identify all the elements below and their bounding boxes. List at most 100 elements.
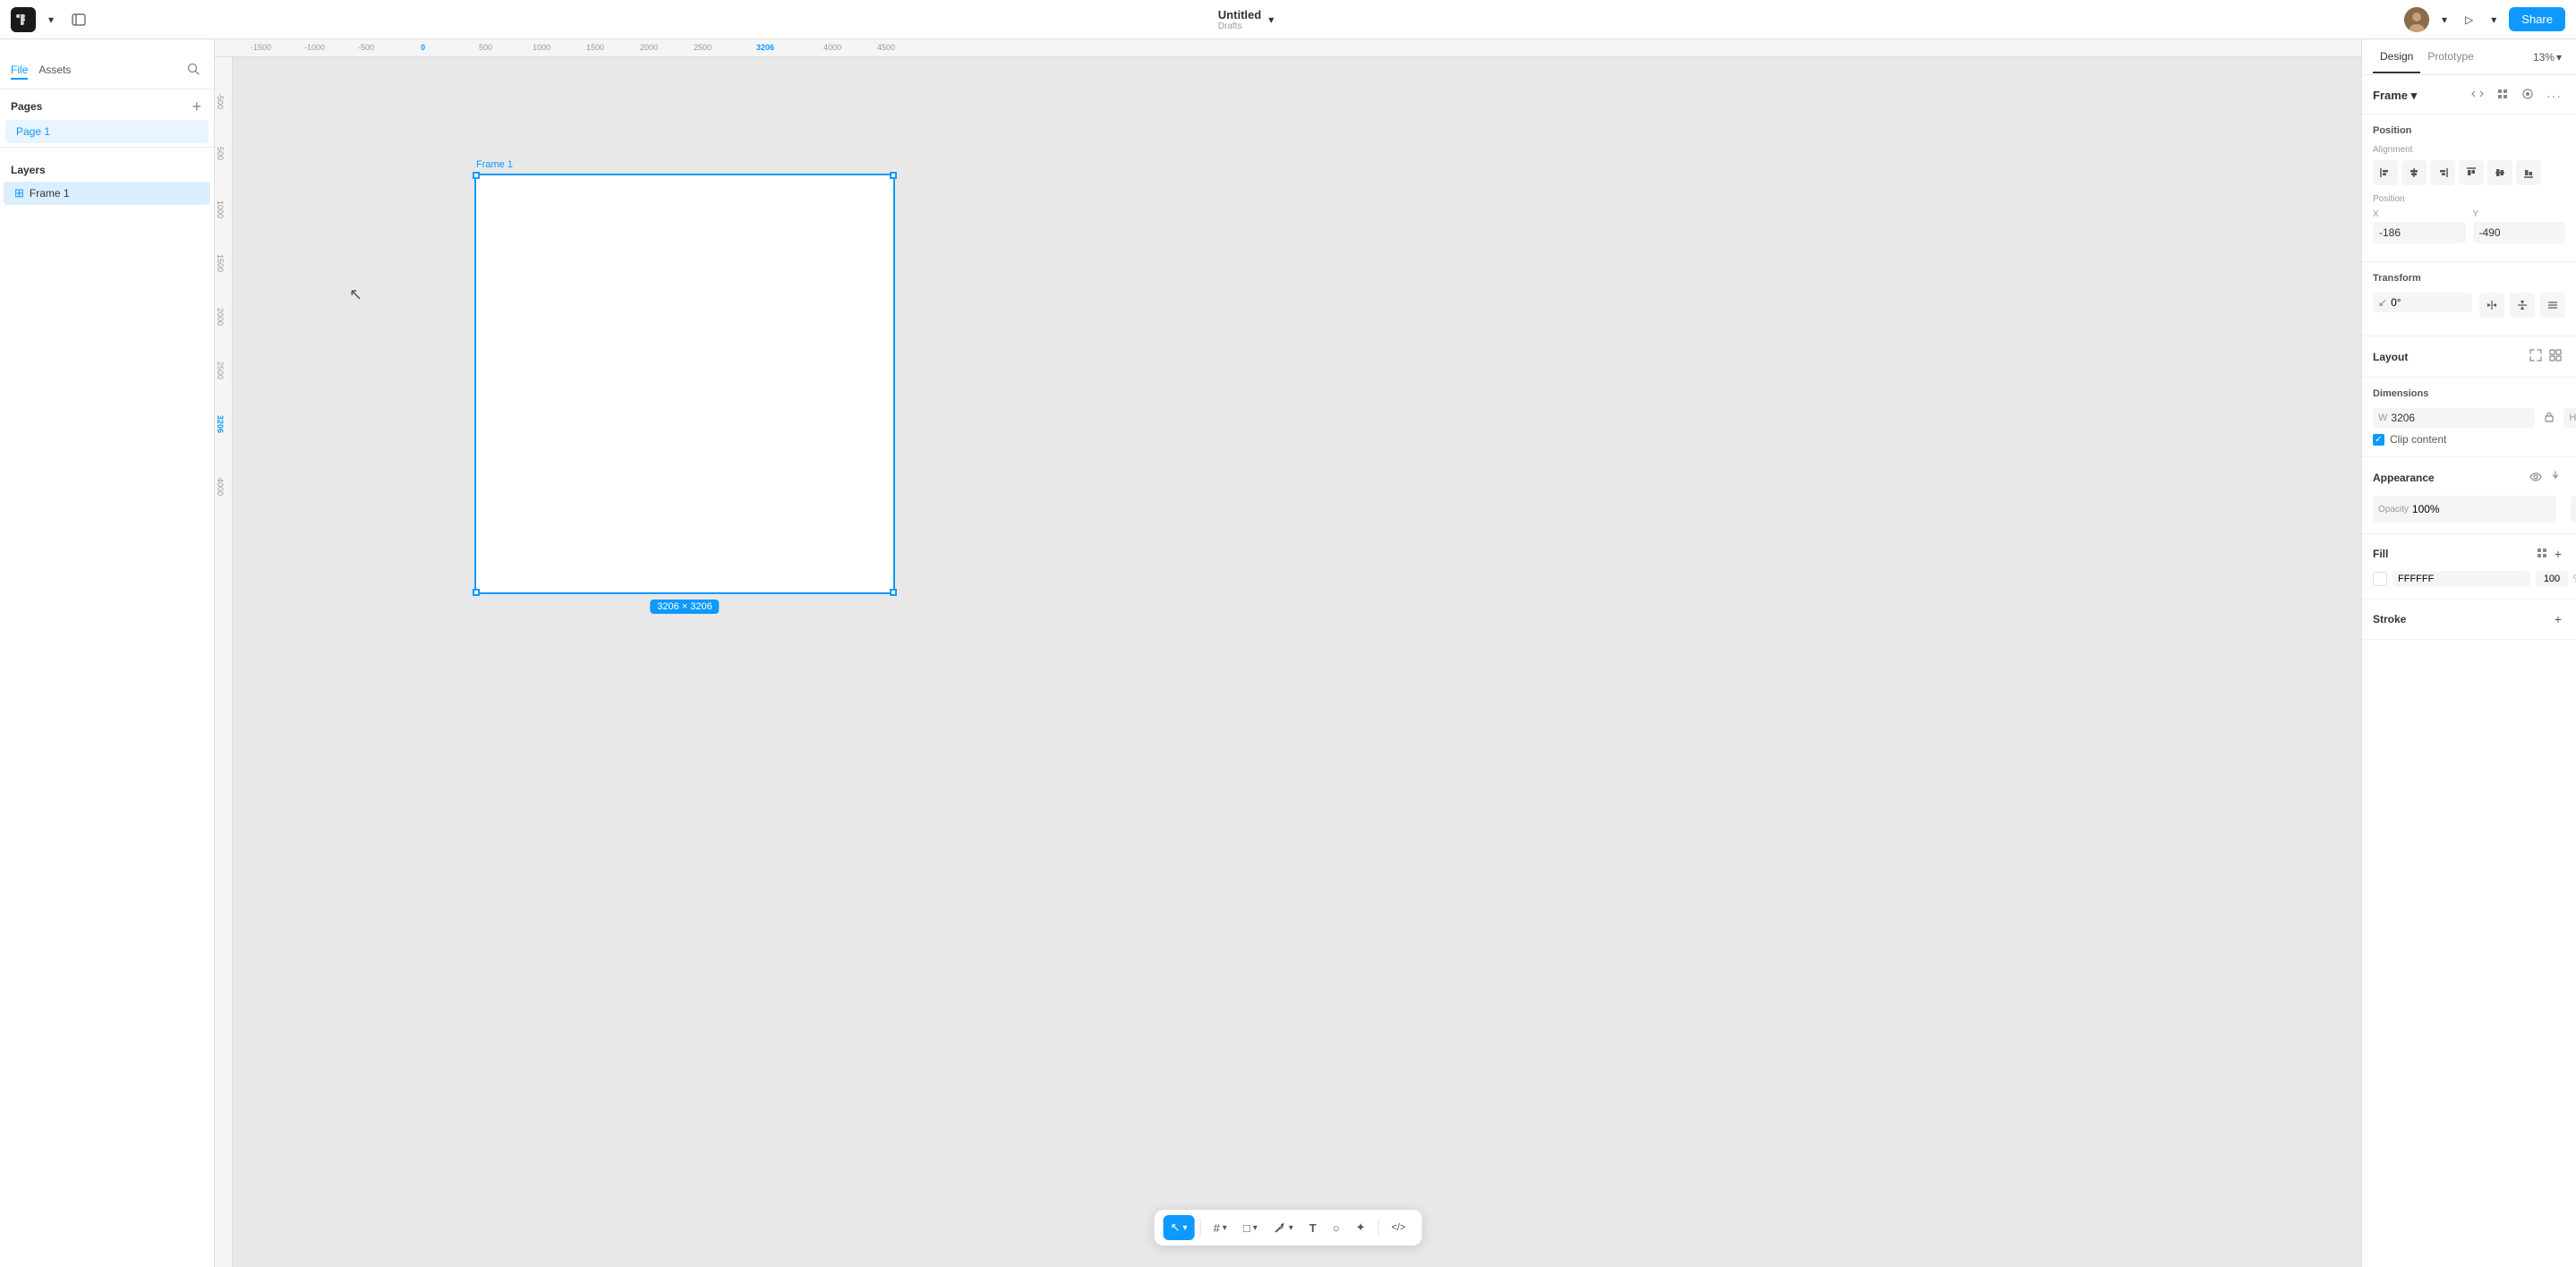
zoom-level[interactable]: 13% ▾ xyxy=(2529,47,2565,67)
y-input[interactable] xyxy=(2473,222,2566,243)
file-subtitle: Drafts xyxy=(1218,21,1242,31)
tab-prototype[interactable]: Prototype xyxy=(2420,41,2480,73)
topbar-center: Untitled Drafts ▾ xyxy=(1218,8,1277,31)
search-button[interactable] xyxy=(183,59,203,81)
add-stroke-button[interactable]: + xyxy=(2551,610,2565,628)
tool-frame[interactable]: # ▾ xyxy=(1207,1216,1234,1240)
tool-code[interactable]: </> xyxy=(1384,1217,1412,1238)
cursor-dropdown-icon: ▾ xyxy=(1183,1223,1188,1233)
flip-horizontal-button[interactable] xyxy=(2479,293,2504,318)
tool-pen[interactable]: ▾ xyxy=(1267,1216,1301,1239)
canvas-content[interactable]: Frame 1 3206 × 3206 ↖ xyxy=(233,57,2361,1267)
component-icon-svg xyxy=(2496,88,2509,100)
canvas-frame[interactable]: Frame 1 3206 × 3206 xyxy=(474,174,895,594)
present-dropdown-button[interactable]: ▾ xyxy=(2486,10,2502,30)
tool-text[interactable]: T xyxy=(1302,1216,1324,1240)
fill-color-swatch[interactable] xyxy=(2373,572,2387,586)
inspect-icon[interactable] xyxy=(2518,84,2538,106)
frame-handle-tr[interactable] xyxy=(890,172,897,179)
ruler-label: 1000 xyxy=(533,43,550,52)
width-input[interactable] xyxy=(2391,412,2529,424)
align-left-button[interactable] xyxy=(2373,160,2398,185)
fill-label: Fill xyxy=(2373,548,2533,560)
fill-hex-input[interactable] xyxy=(2393,571,2530,587)
x-input[interactable] xyxy=(2373,222,2466,243)
fill-grid-button[interactable] xyxy=(2533,546,2551,563)
ruler-v-label: 2500 xyxy=(216,361,225,379)
layout-section-header: Layout xyxy=(2373,347,2565,366)
stroke-section-header: Stroke + xyxy=(2373,610,2565,628)
appearance-section: Appearance Opacity Corner radius xyxy=(2362,457,2576,534)
align-right-button[interactable] xyxy=(2430,160,2455,185)
align-middle-v-button[interactable] xyxy=(2487,160,2512,185)
app-logo[interactable] xyxy=(11,7,36,32)
y-input-group: Y xyxy=(2473,209,2566,243)
align-top-button[interactable] xyxy=(2459,160,2484,185)
corner-radius-input-group: Corner radius xyxy=(2571,496,2576,523)
width-input-group: W xyxy=(2373,408,2535,428)
position-section-title: Position xyxy=(2373,125,2565,136)
dimension-lock-button[interactable] xyxy=(2542,409,2556,427)
page-item-1[interactable]: Page 1 xyxy=(5,120,209,143)
layers-title: Layers xyxy=(11,164,46,176)
frame-handle-br[interactable] xyxy=(890,589,897,596)
layer-item-frame1[interactable]: ⊞ Frame 1 xyxy=(4,182,210,205)
tab-design[interactable]: Design xyxy=(2373,41,2420,73)
text-icon: T xyxy=(1309,1221,1317,1235)
alignment-controls: Alignment xyxy=(2373,145,2565,185)
clip-content-row[interactable]: ✓ Clip content xyxy=(2373,433,2565,446)
search-icon xyxy=(187,63,200,75)
height-label: H xyxy=(2569,412,2576,423)
tab-file[interactable]: File xyxy=(11,62,28,80)
plus-icon: + xyxy=(2555,547,2562,561)
fill-opacity-input[interactable] xyxy=(2536,571,2568,587)
expand-icon xyxy=(2529,349,2542,361)
menu-button[interactable]: ▾ xyxy=(43,10,59,30)
code-frame-icon[interactable] xyxy=(2468,84,2487,106)
tool-shape[interactable]: □ ▾ xyxy=(1236,1216,1265,1240)
align-left-icon xyxy=(2380,167,2391,178)
tool-cursor[interactable]: ↖ ▾ xyxy=(1164,1215,1195,1240)
sidebar-toggle-button[interactable] xyxy=(66,9,91,30)
tool-star[interactable]: ✦ xyxy=(1349,1215,1373,1240)
frame-dropdown-label[interactable]: Frame ▾ xyxy=(2373,89,2468,103)
appearance-more-button[interactable] xyxy=(2546,468,2565,487)
ruler-label: -500 xyxy=(358,43,374,52)
ruler-label: 1500 xyxy=(586,43,604,52)
frame-handle-tl[interactable] xyxy=(473,172,480,179)
frame-dropdown-icon: ▾ xyxy=(1223,1223,1227,1233)
share-button[interactable]: Share xyxy=(2509,7,2565,31)
component-icon[interactable] xyxy=(2493,84,2512,106)
frame-handle-bl[interactable] xyxy=(473,589,480,596)
layout-expand-button[interactable] xyxy=(2526,347,2546,366)
layout-grid-button[interactable] xyxy=(2546,347,2565,366)
appearance-visibility-button[interactable] xyxy=(2526,469,2546,486)
transform-section: Transform ↙ xyxy=(2362,262,2576,336)
play-button[interactable]: ▷ xyxy=(2460,10,2478,30)
opacity-row: Opacity Corner radius xyxy=(2373,496,2565,523)
file-dropdown-button[interactable]: ▾ xyxy=(1265,12,1277,28)
cursor-icon: ↖ xyxy=(1171,1220,1181,1235)
ruler-v-label: 1500 xyxy=(216,254,225,272)
add-page-button[interactable]: + xyxy=(190,98,203,115)
appearance-header: Appearance xyxy=(2373,468,2565,487)
align-bottom-button[interactable] xyxy=(2516,160,2541,185)
flip-vertical-button[interactable] xyxy=(2510,293,2535,318)
chevron-down-icon: ▾ xyxy=(2442,13,2447,26)
x-label: X xyxy=(2373,209,2466,219)
rotation-input[interactable] xyxy=(2391,296,2467,309)
clip-content-label: Clip content xyxy=(2390,433,2446,446)
align-middle-v-icon xyxy=(2495,167,2505,178)
user-dropdown-button[interactable]: ▾ xyxy=(2436,10,2452,30)
right-panel-tabs: Design Prototype 13% ▾ xyxy=(2362,39,2576,75)
add-fill-button[interactable]: + xyxy=(2551,545,2565,563)
distribute-button[interactable] xyxy=(2540,293,2565,318)
canvas-area[interactable]: -1500 -1000 -500 0 500 1000 1500 2000 25… xyxy=(215,39,2361,1267)
more-options-icon[interactable]: ··· xyxy=(2543,84,2565,106)
tool-ellipse[interactable]: ○ xyxy=(1326,1216,1347,1240)
align-center-h-button[interactable] xyxy=(2401,160,2427,185)
tab-assets[interactable]: Assets xyxy=(38,62,71,80)
clip-content-checkbox[interactable]: ✓ xyxy=(2373,434,2384,446)
opacity-input[interactable] xyxy=(2412,503,2551,515)
ruler-label: 500 xyxy=(479,43,492,52)
